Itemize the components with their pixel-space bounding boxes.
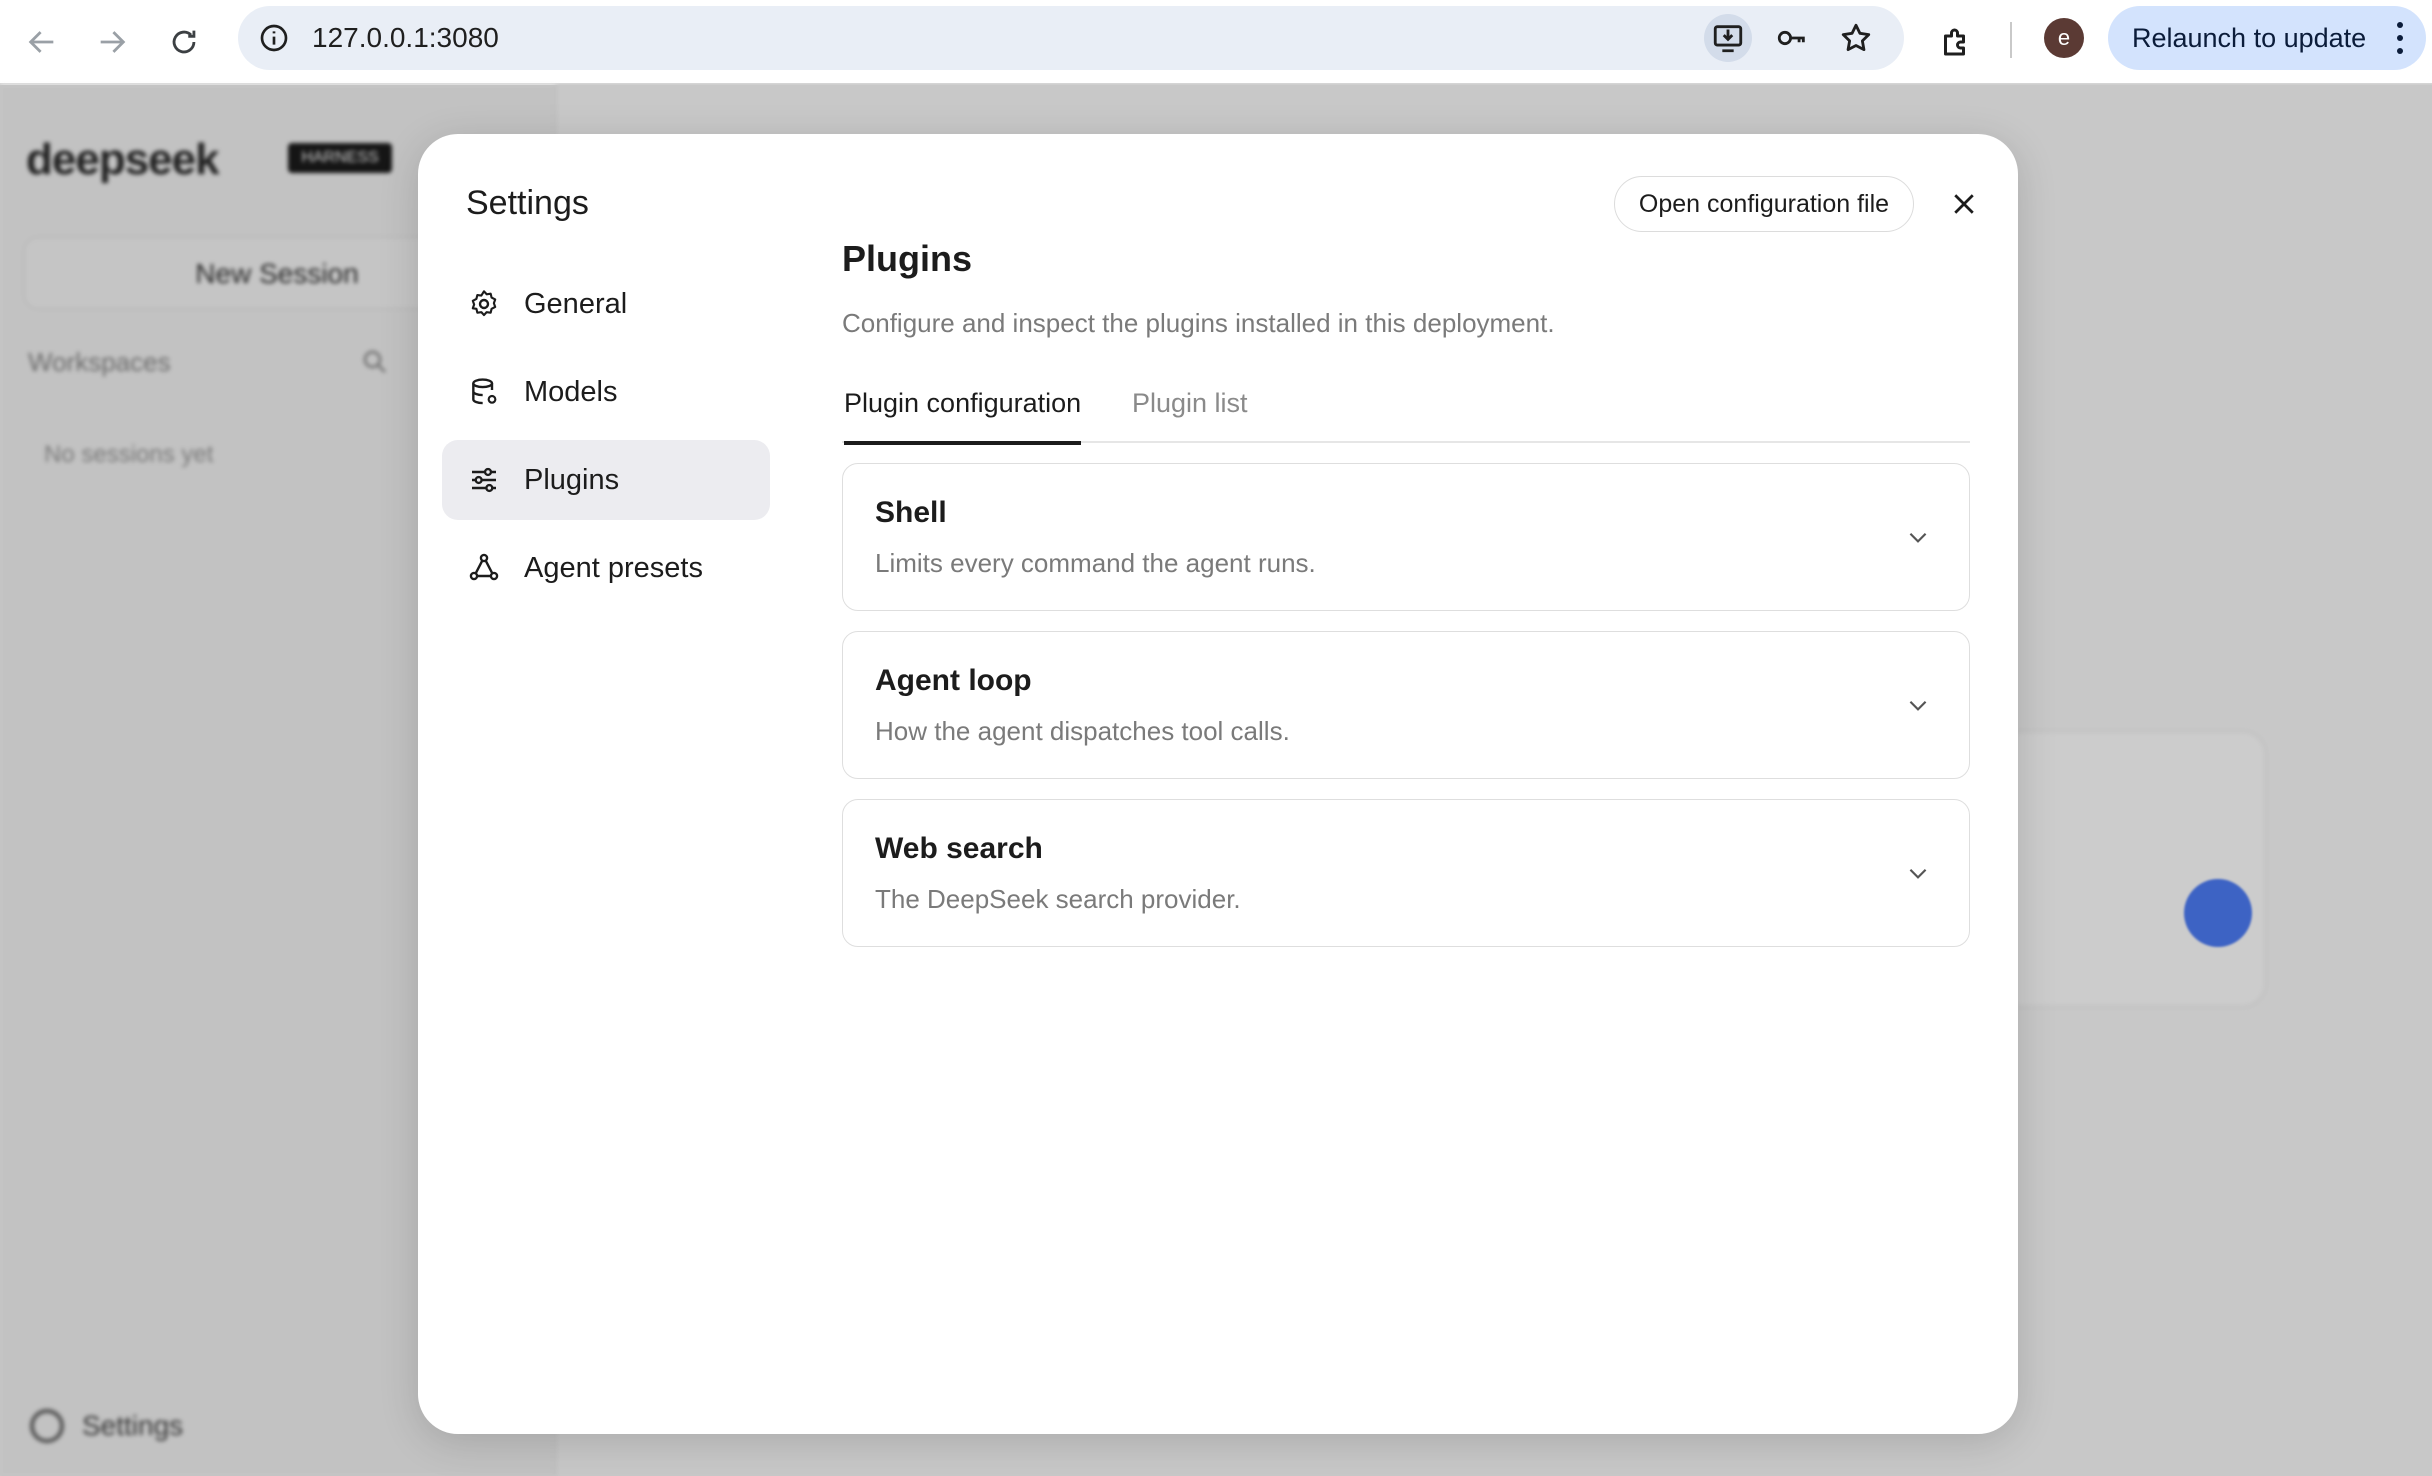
forward-icon bbox=[100, 31, 126, 53]
relaunch-button[interactable]: Relaunch to update bbox=[2108, 6, 2426, 70]
gear-icon bbox=[466, 286, 502, 322]
plugin-title: Shell bbox=[875, 496, 947, 529]
open-config-button[interactable]: Open configuration file bbox=[1614, 176, 1914, 232]
modal-title: Settings bbox=[466, 184, 589, 222]
chevron-down-icon[interactable] bbox=[1903, 690, 1933, 720]
forward-button[interactable] bbox=[84, 14, 140, 70]
page-title: Plugins bbox=[842, 238, 973, 279]
more-vert-icon[interactable] bbox=[2392, 22, 2408, 54]
chevron-down-icon[interactable] bbox=[1903, 522, 1933, 552]
tab-plugin-configuration[interactable]: Plugin configuration bbox=[844, 381, 1082, 445]
agent-network-icon bbox=[466, 550, 502, 586]
close-button[interactable] bbox=[1942, 182, 1986, 226]
nav-label: Agent presets bbox=[524, 551, 703, 584]
address-bar[interactable]: 127.0.0.1:3080 bbox=[238, 6, 1904, 70]
page-subtitle: Configure and inspect the plugins instal… bbox=[842, 308, 1555, 338]
site-info-icon[interactable] bbox=[254, 18, 294, 58]
plugin-title: Web search bbox=[875, 832, 1043, 865]
install-app-button[interactable] bbox=[1704, 14, 1752, 62]
browser-toolbar: 127.0.0.1:3080 e Relaunch to update bbox=[0, 0, 2432, 84]
plugin-description: How the agent dispatches tool calls. bbox=[875, 716, 1290, 746]
profile-avatar[interactable]: e bbox=[2044, 18, 2084, 58]
plugin-card-web-search[interactable]: Web search The DeepSeek search provider. bbox=[842, 799, 1970, 947]
relaunch-label: Relaunch to update bbox=[2132, 23, 2367, 53]
extensions-button[interactable] bbox=[1928, 14, 1984, 70]
plugin-description: Limits every command the agent runs. bbox=[875, 548, 1316, 578]
nav-label: Models bbox=[524, 375, 618, 408]
plugins-panel: Plugins Configure and inspect the plugin… bbox=[842, 238, 1970, 947]
nav-label: General bbox=[524, 287, 628, 320]
plugin-card-agent-loop[interactable]: Agent loop How the agent dispatches tool… bbox=[842, 631, 1970, 779]
nav-item-general[interactable]: General bbox=[442, 264, 770, 344]
url-text[interactable]: 127.0.0.1:3080 bbox=[312, 6, 499, 70]
settings-modal: Settings Open configuration file General… bbox=[418, 134, 2018, 1434]
reload-icon bbox=[172, 30, 196, 54]
settings-nav: General Models Plugins Agent presets bbox=[442, 264, 770, 616]
nav-item-agent-presets[interactable]: Agent presets bbox=[442, 528, 770, 608]
nav-item-plugins[interactable]: Plugins bbox=[442, 440, 770, 520]
tab-bar: Plugin configuration Plugin list bbox=[842, 381, 1970, 445]
bookmark-star-icon bbox=[1841, 23, 1871, 52]
password-key-icon bbox=[1777, 30, 1805, 46]
plugin-card-shell[interactable]: Shell Limits every command the agent run… bbox=[842, 463, 1970, 611]
reload-button[interactable] bbox=[156, 14, 212, 70]
nav-item-models[interactable]: Models bbox=[442, 352, 770, 432]
tab-plugin-list[interactable]: Plugin list bbox=[1132, 381, 1248, 441]
back-button[interactable] bbox=[14, 14, 70, 70]
close-icon bbox=[1954, 194, 1974, 214]
install-app-icon bbox=[1713, 25, 1743, 53]
extensions-icon bbox=[1944, 28, 1965, 56]
chevron-down-icon[interactable] bbox=[1903, 858, 1933, 888]
plugin-description: The DeepSeek search provider. bbox=[875, 884, 1241, 914]
database-icon bbox=[466, 374, 502, 410]
password-key-button[interactable] bbox=[1768, 14, 1816, 62]
nav-label: Plugins bbox=[524, 463, 620, 496]
plugin-title: Agent loop bbox=[875, 664, 1032, 697]
sliders-icon bbox=[466, 462, 502, 498]
toolbar-divider bbox=[2010, 22, 2012, 58]
bookmark-button[interactable] bbox=[1832, 14, 1880, 62]
back-icon bbox=[28, 31, 54, 53]
